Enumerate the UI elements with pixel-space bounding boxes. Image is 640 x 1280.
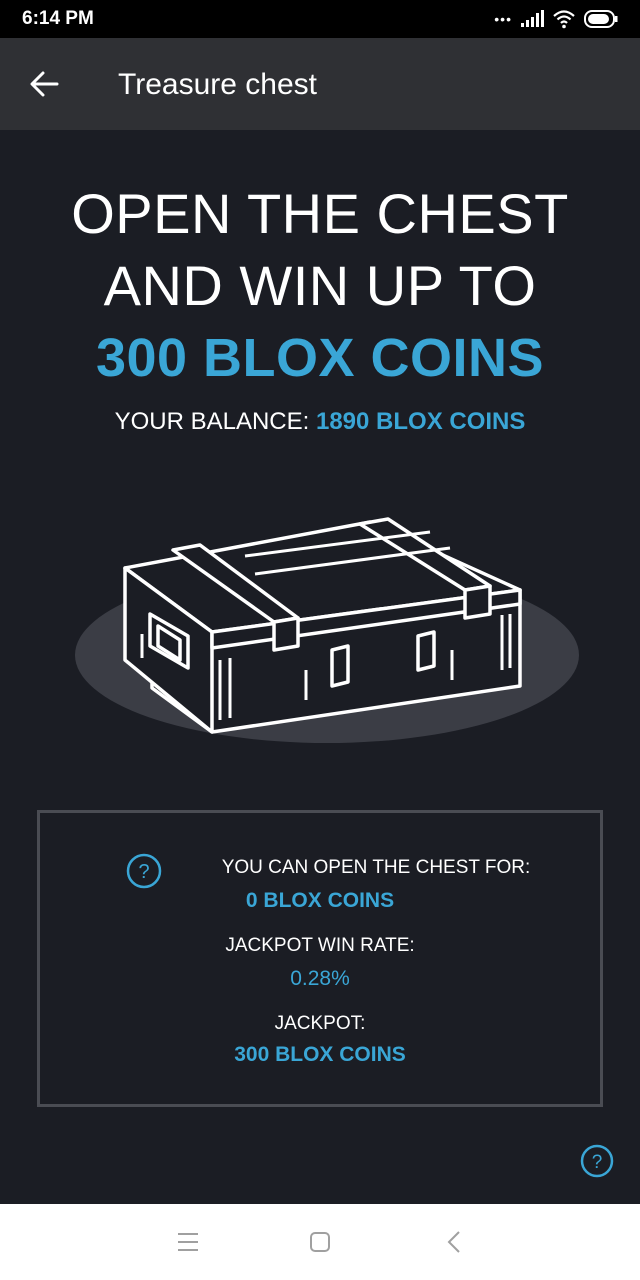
balance: YOUR BALANCE: 1890 BLOX COINS [0,408,640,436]
status-icons: ••• [494,9,618,29]
balance-label: YOUR BALANCE: [114,408,310,435]
back-nav-icon [447,1231,460,1253]
status-bar: 6:14 PM ••• [0,0,640,38]
jackpot-label: JACKPOT: [274,1013,366,1034]
help-button[interactable]: ? [580,1144,614,1178]
back-arrow-icon [30,71,59,97]
home-icon [310,1232,330,1252]
back-nav-button[interactable] [440,1228,468,1256]
balance-value: 1890 BLOX COINS [315,408,526,435]
jackpot-rate-value: 0.28% [290,967,350,990]
more-dots-icon: ••• [494,11,512,27]
jackpot-rate-label: JACKPOT WIN RATE: [225,935,415,956]
status-time: 6:14 PM [22,8,94,29]
home-button[interactable] [306,1228,334,1256]
wifi-icon [553,10,575,29]
open-cost-value: 0 BLOX COINS [245,889,395,912]
back-button[interactable] [26,68,62,100]
battery-icon [584,10,618,28]
recent-apps-button[interactable] [174,1228,202,1256]
headline-prize: 300 BLOX COINS [95,328,545,388]
svg-text:?: ? [592,1152,603,1173]
chest-info-panel: ? YOU CAN OPEN THE CHEST FOR: 0 BLOX COI… [37,810,603,1107]
headline: OPEN THE CHEST AND WIN UP TO 300 BLOX CO… [0,178,640,394]
menu-icon [178,1233,198,1251]
treasure-chest-image[interactable] [70,510,580,750]
jackpot-value: 300 BLOX COINS [234,1043,406,1066]
page-title: Treasure chest [118,68,317,101]
system-nav-bar [0,1204,640,1280]
open-cost-label: YOU CAN OPEN THE CHEST FOR: [221,857,531,878]
signal-icon [521,10,544,27]
headline-line-1: OPEN THE CHEST [71,182,569,245]
headline-line-2: AND WIN UP TO [103,254,537,317]
app-bar: Treasure chest [0,38,640,130]
